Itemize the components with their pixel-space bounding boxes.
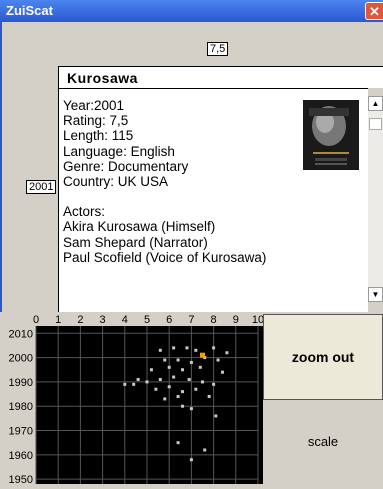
x-tick-label: 1 (55, 314, 61, 326)
data-point (194, 348, 198, 352)
detail-country: Country: UK USA (63, 174, 169, 190)
x-tick-label: 0 (33, 314, 39, 326)
data-point (145, 380, 149, 384)
movie-details: Year:2001 Rating: 7,5 Length: 115 Langua… (63, 98, 333, 265)
scroll-down-button[interactable]: ▼ (368, 287, 383, 302)
selected-data-point (200, 352, 205, 358)
scatter-plot-overview[interactable]: 0 1 2 3 4 5 6 7 8 9 10 2010 2000 1990 1980 1970 1960 1950 (0, 312, 264, 486)
data-point (189, 360, 193, 364)
movie-title: Kurosawa (67, 70, 138, 86)
detail-rating: Rating: 7,5 (63, 113, 129, 129)
data-point (176, 441, 180, 445)
data-point (172, 375, 176, 379)
y-tick-label: 1990 (9, 377, 33, 389)
x-tick-label: 8 (211, 314, 217, 326)
data-point (154, 387, 158, 391)
y-tick-label: 2000 (9, 353, 33, 365)
actor-item: Akira Kurosawa (Himself) (63, 219, 216, 235)
data-point (212, 346, 216, 350)
data-point (181, 390, 185, 394)
data-point (172, 346, 176, 350)
data-point (207, 394, 211, 398)
data-point (198, 365, 202, 369)
x-tick-label: 4 (122, 314, 128, 326)
detail-year: Year:2001 (63, 98, 125, 113)
x-tick-label: 5 (144, 314, 150, 326)
scatter-plot-svg[interactable]: 0 1 2 3 4 5 6 7 8 9 10 2010 2000 1990 1980 1970 1960 1950 (0, 312, 264, 486)
data-point (187, 377, 191, 381)
data-point (216, 358, 220, 362)
year-axis-marker: 2001 (26, 180, 57, 194)
data-point (181, 404, 185, 408)
data-point (176, 394, 180, 398)
data-point (136, 377, 140, 381)
x-tick-label: 7 (188, 314, 194, 326)
y-tick-label: 1950 (9, 474, 33, 484)
scroll-up-button[interactable]: ▲ (368, 96, 383, 111)
scale-button[interactable]: scale (263, 400, 383, 484)
movie-poster-image (303, 100, 359, 170)
zoom-out-button[interactable]: zoom out (263, 314, 383, 400)
data-point (167, 365, 171, 369)
actor-item: Paul Scofield (Voice of Kurosawa) (63, 249, 267, 265)
x-axis-band (0, 312, 263, 326)
x-tick-label: 2 (77, 314, 83, 326)
data-point (181, 368, 185, 372)
y-tick-label: 1980 (9, 401, 33, 413)
x-tick-label: 6 (166, 314, 172, 326)
data-point (203, 448, 207, 452)
movie-card-header: Kurosawa (58, 66, 383, 88)
data-point (220, 370, 224, 374)
data-point (167, 385, 171, 389)
scroll-thumb[interactable] (369, 118, 382, 130)
x-tick-label: 10 (252, 314, 263, 326)
data-point (132, 382, 136, 386)
title-bar: ZuiScat ✕ (0, 0, 383, 22)
x-tick-label: 9 (233, 314, 239, 326)
poster-artwork (303, 100, 359, 170)
rating-axis-marker: 7,5 (207, 42, 229, 56)
actors-heading: Actors: (63, 204, 106, 220)
data-point (194, 387, 198, 391)
data-point (158, 348, 162, 352)
data-point (212, 382, 216, 386)
data-point (185, 346, 189, 350)
data-point (176, 358, 180, 362)
data-point (163, 397, 167, 401)
window-title: ZuiScat (6, 3, 53, 18)
details-scrollbar[interactable]: ▲ ▼ (368, 96, 383, 302)
data-point (123, 382, 127, 386)
y-tick-label: 1970 (9, 426, 33, 438)
data-point (189, 458, 193, 462)
data-point (149, 368, 153, 372)
detail-length: Length: 115 (63, 128, 134, 144)
close-button[interactable]: ✕ (365, 2, 383, 20)
data-point (189, 407, 193, 411)
detail-language: Language: English (63, 143, 175, 159)
actor-item: Sam Shepard (Narrator) (63, 234, 208, 250)
data-point (158, 377, 162, 381)
data-point (163, 358, 167, 362)
y-tick-label: 1960 (9, 450, 33, 462)
data-point (214, 414, 218, 418)
y-tick-label: 2010 (9, 328, 33, 340)
detail-genre: Genre: Documentary (63, 158, 189, 174)
data-point (201, 380, 204, 384)
data-point (225, 351, 229, 355)
x-tick-label: 3 (100, 314, 106, 326)
